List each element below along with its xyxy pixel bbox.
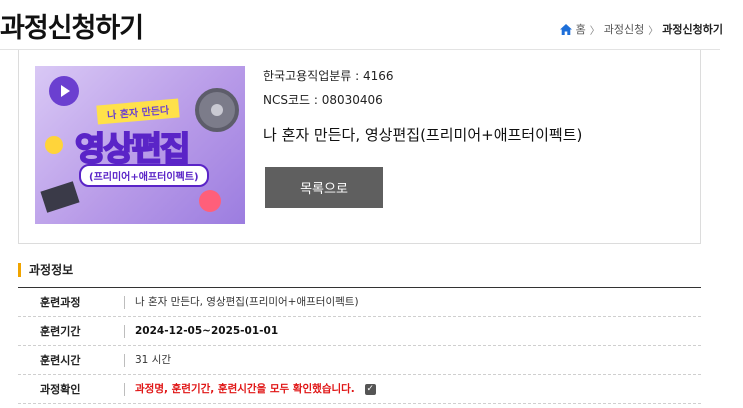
breadcrumb-level1[interactable]: 과정신청 [604,21,644,37]
course-info: 한국고용직업분류 : 4166 NCS코드 : 08030406 나 혼자 만든… [263,66,582,145]
row-value: 31 시간 [124,353,171,367]
job-classification: 한국고용직업분류 : 4166 [263,69,394,83]
course-info-table: 훈련과정 나 혼자 만든다, 영상편집(프리미어+애프터이펙트) 훈련기간 20… [18,287,701,404]
breadcrumb-current: 과정신청하기 [662,23,723,36]
thumbnail-tag: 나 혼자 만든다 [96,98,180,125]
table-row: 훈련과정 나 혼자 만든다, 영상편집(프리미어+애프터이펙트) [18,288,701,317]
confirm-text: 과정명, 훈련기간, 훈련시간을 모두 확인했습니다. [135,382,355,395]
breadcrumb-separator: 〉 [648,25,659,37]
row-label: 훈련시간 [40,354,81,367]
clapperboard-icon [40,181,80,213]
course-thumbnail: 나 혼자 만든다 영상편집 (프리미어+애프터이펙트) [35,66,245,224]
course-name: 나 혼자 만든다, 영상편집(프리미어+애프터이펙트) [263,126,583,144]
table-row: 과정확인 과정명, 훈련기간, 훈련시간을 모두 확인했습니다. ✓ [18,375,701,404]
coin-icon [45,136,63,154]
ncs-code: NCS코드 : 08030406 [263,93,383,107]
thumbnail-subtitle: (프리미어+애프터이펙트) [79,164,209,187]
table-row: 훈련시간 31 시간 [18,346,701,375]
section-title: 과정정보 [18,263,73,277]
table-row: 훈련기간 2024-12-05~2025-01-01 [18,317,701,346]
page-title: 과정신청하기 [0,13,144,44]
confirm-cell: 과정명, 훈련기간, 훈련시간을 모두 확인했습니다. ✓ [124,382,376,396]
film-reel-icon [195,88,239,132]
thumbnail-title: 영상편집 [74,128,191,169]
confirm-checkbox[interactable]: ✓ [364,383,376,395]
play-icon [49,76,79,106]
row-value: 2024-12-05~2025-01-01 [124,324,278,338]
home-icon[interactable] [559,23,572,35]
row-label: 과정확인 [40,383,81,396]
breadcrumb-separator: 〉 [589,25,600,37]
row-label: 훈련기간 [40,325,81,338]
breadcrumb-home[interactable]: 홈 [576,21,586,37]
course-summary-card: 나 혼자 만든다 영상편집 (프리미어+애프터이펙트) 한국고용직업분류 : 4… [18,50,701,244]
row-value: 나 혼자 만든다, 영상편집(프리미어+애프터이펙트) [124,295,359,309]
back-to-list-button[interactable]: 목록으로 [265,167,383,208]
breadcrumb: 홈 〉 과정신청 〉 과정신청하기 [559,21,723,37]
row-label: 훈련과정 [40,296,81,309]
thumbs-up-icon [199,190,221,212]
